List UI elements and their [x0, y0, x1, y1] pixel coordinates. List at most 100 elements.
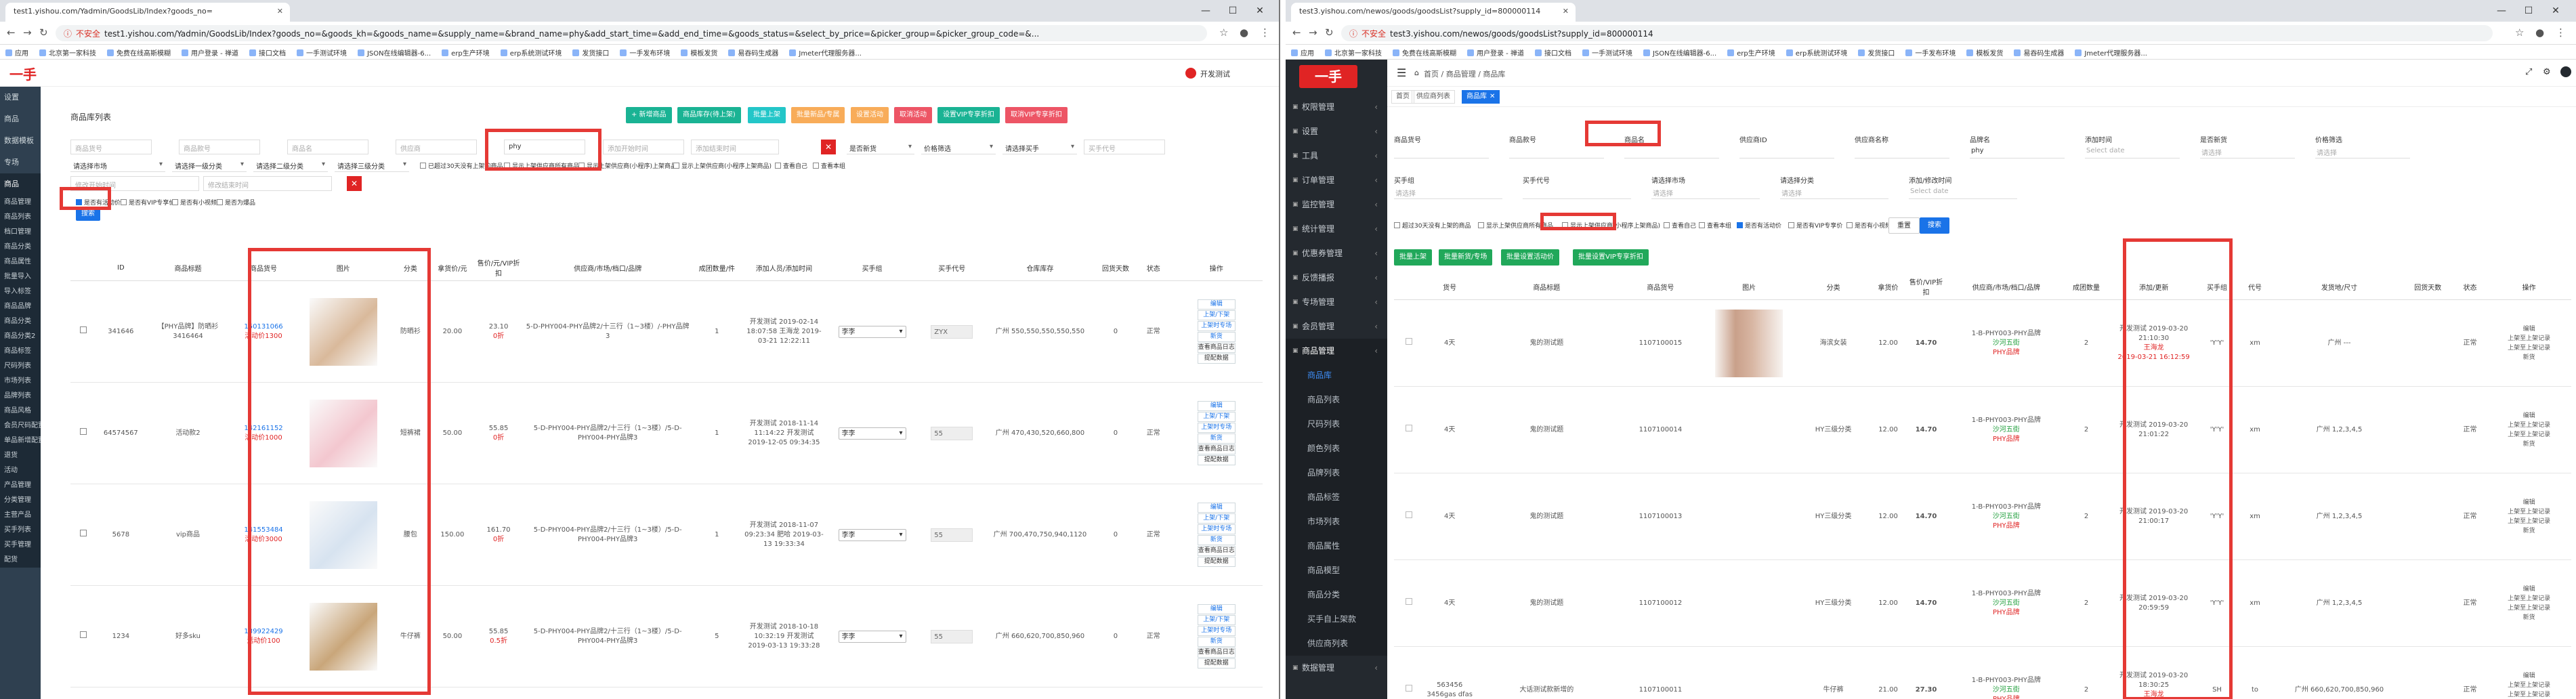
search-button[interactable]: 搜索: [76, 207, 100, 221]
sidebar-item[interactable]: 商品列表: [0, 210, 41, 225]
category3-select[interactable]: 请选择三级分类: [335, 158, 409, 172]
filter-checkbox[interactable]: 是否有活动价: [76, 198, 121, 207]
code-cell[interactable]: ZYX: [918, 280, 986, 383]
profile-icon[interactable]: ●: [1240, 26, 1248, 39]
filter-checkbox[interactable]: 已超过30天没有上架的商品: [420, 161, 503, 170]
sidebar-group[interactable]: ▣ 监控管理: [1286, 192, 1387, 217]
breadcrumb-item[interactable]: 商品管理: [1446, 70, 1476, 79]
op-button[interactable]: 上架时专场: [1197, 321, 1236, 331]
op-button[interactable]: 查看商品日志: [1197, 648, 1236, 658]
breadcrumb-item[interactable]: 首页: [1424, 70, 1439, 79]
menu-icon[interactable]: ⋮: [2556, 26, 2566, 39]
filter-checkbox[interactable]: 是否有活动价: [1737, 221, 1781, 230]
sidebar-sub-item[interactable]: 商品标签: [1286, 485, 1387, 509]
picker-cell[interactable]: 李李: [826, 484, 919, 586]
page-tab[interactable]: 供应商列表: [1412, 90, 1455, 104]
sidebar-item[interactable]: 品牌列表: [0, 389, 41, 404]
bookmark-item[interactable]: 一手测试环境: [296, 47, 347, 58]
sidebar-sub-item[interactable]: 供应商列表: [1286, 631, 1387, 656]
star-icon[interactable]: ☆: [2515, 26, 2524, 39]
bookmark-item[interactable]: 免费在线高斯模糊: [1393, 47, 1456, 58]
page-tab[interactable]: 商品库 ✕: [1462, 90, 1500, 104]
op-button[interactable]: 提配数据: [1197, 658, 1236, 669]
checkbox-icon[interactable]: [1406, 338, 1413, 345]
row-checkbox-cell[interactable]: [1394, 386, 1424, 473]
sidebar-item[interactable]: 导入标签: [0, 284, 41, 299]
filter-checkbox[interactable]: 是否有VIP专享价: [1788, 221, 1842, 230]
sidebar-item[interactable]: 市场列表: [0, 374, 41, 389]
checkbox-icon[interactable]: [1699, 222, 1705, 228]
bookmark-item[interactable]: 模板发货: [681, 47, 717, 58]
row-checkbox-cell[interactable]: [1394, 646, 1424, 699]
op-button[interactable]: 新货: [1197, 433, 1236, 444]
filter-checkbox[interactable]: 是否有小视频: [172, 198, 217, 207]
sidebar-item[interactable]: 档口管理: [0, 225, 41, 240]
bookmark-item[interactable]: Jmeter代理服务器...: [789, 47, 862, 58]
sidebar-item[interactable]: 商品: [0, 173, 41, 195]
bookmark-item[interactable]: JSON在线编辑器-6...: [1643, 47, 1716, 58]
sidebar-item[interactable]: 配货: [0, 553, 41, 568]
sidebar-item[interactable]: 商品属性: [0, 255, 41, 270]
bookmark-item[interactable]: 免费在线高斯模糊: [107, 47, 171, 58]
category2-select[interactable]: 请选择二级分类: [253, 158, 328, 172]
sidebar-item[interactable]: 商品: [0, 108, 41, 130]
op-link[interactable]: 上架至上架记录: [2488, 334, 2570, 343]
bookmark-item[interactable]: 发货接口: [1858, 47, 1895, 58]
bookmark-item[interactable]: 一手发布环境: [1905, 47, 1956, 58]
op-link[interactable]: 新货: [2488, 353, 2570, 362]
checkbox-icon[interactable]: [121, 199, 127, 205]
browser-tab[interactable]: test1.yishou.com/Yadmin/GoodsLib/Index?g…: [5, 3, 290, 22]
modify-start-input[interactable]: 修改开始时间: [70, 176, 199, 191]
back-icon[interactable]: ←: [7, 26, 16, 39]
back-icon[interactable]: ←: [1292, 26, 1301, 39]
checkbox-icon[interactable]: [420, 163, 426, 169]
op-button[interactable]: 上架/下架: [1197, 513, 1236, 524]
op-button[interactable]: 编辑: [1197, 299, 1236, 310]
picker-code-input[interactable]: ZYX: [931, 324, 973, 339]
filter-checkbox[interactable]: 查看自己: [1664, 221, 1696, 230]
sidebar-group[interactable]: ▣ 统计管理: [1286, 217, 1387, 241]
sidebar-group[interactable]: ▣ 工具: [1286, 144, 1387, 168]
checkbox-icon[interactable]: [172, 199, 178, 205]
op-link[interactable]: 上架至上架记录: [2488, 421, 2570, 430]
op-link[interactable]: 编辑: [2488, 498, 2570, 507]
picker-code-input[interactable]: 买手代号: [1084, 140, 1165, 154]
op-link[interactable]: 上架至上架记录: [2488, 517, 2570, 526]
op-button[interactable]: 提配数据: [1197, 354, 1236, 364]
row-checkbox-cell[interactable]: [1394, 559, 1424, 647]
sidebar-sub-item[interactable]: 市场列表: [1286, 509, 1387, 534]
checkbox-icon[interactable]: [1788, 222, 1794, 228]
action-button[interactable]: 批量上架: [748, 107, 786, 123]
sidebar-sub-item[interactable]: 商品分类: [1286, 582, 1387, 607]
checkbox-icon[interactable]: [79, 631, 87, 638]
sidebar-sub-item[interactable]: 品牌列表: [1286, 461, 1387, 485]
filter-input[interactable]: 请选择: [2200, 145, 2295, 158]
sidebar-group[interactable]: ▣ 会员管理: [1286, 314, 1387, 339]
action-button[interactable]: 批量新货/专场: [1439, 249, 1493, 266]
sidebar-group[interactable]: ▣ 专场管理: [1286, 290, 1387, 314]
picker-select[interactable]: 李李: [838, 427, 906, 440]
checkbox-icon[interactable]: [1406, 425, 1413, 431]
forward-icon[interactable]: →: [1309, 26, 1317, 39]
row-checkbox-cell[interactable]: [1394, 299, 1424, 387]
sidebar-item[interactable]: 商品风格: [0, 404, 41, 419]
clear-modify-button[interactable]: ✕: [347, 176, 362, 191]
sidebar-item[interactable]: 专场: [0, 152, 41, 173]
fullscreen-icon[interactable]: ⤢: [2525, 67, 2532, 77]
picker-select[interactable]: 李李: [838, 325, 906, 338]
product-image[interactable]: [309, 297, 377, 366]
bookmark-item[interactable]: 用户登录 - 禅道: [1467, 47, 1524, 58]
filter-checkbox[interactable]: 查看本组: [813, 161, 845, 170]
checkbox-icon[interactable]: [1664, 222, 1670, 228]
star-icon[interactable]: ☆: [1219, 26, 1228, 39]
op-button[interactable]: 查看商品日志: [1197, 444, 1236, 454]
product-image[interactable]: [309, 602, 377, 671]
bookmark-item[interactable]: 应用: [5, 47, 28, 58]
row-checkbox-cell[interactable]: [1394, 473, 1424, 560]
market-select[interactable]: 请选择市场: [70, 158, 165, 172]
sidebar-group[interactable]: ▣ 优惠券管理: [1286, 241, 1387, 266]
bookmark-item[interactable]: JSON在线编辑器-6...: [357, 47, 431, 58]
breadcrumb-item[interactable]: 商品库: [1483, 70, 1505, 79]
goods-kh-input[interactable]: 商品款号: [179, 140, 260, 154]
sidebar-item[interactable]: 会员尺码配置: [0, 419, 41, 433]
